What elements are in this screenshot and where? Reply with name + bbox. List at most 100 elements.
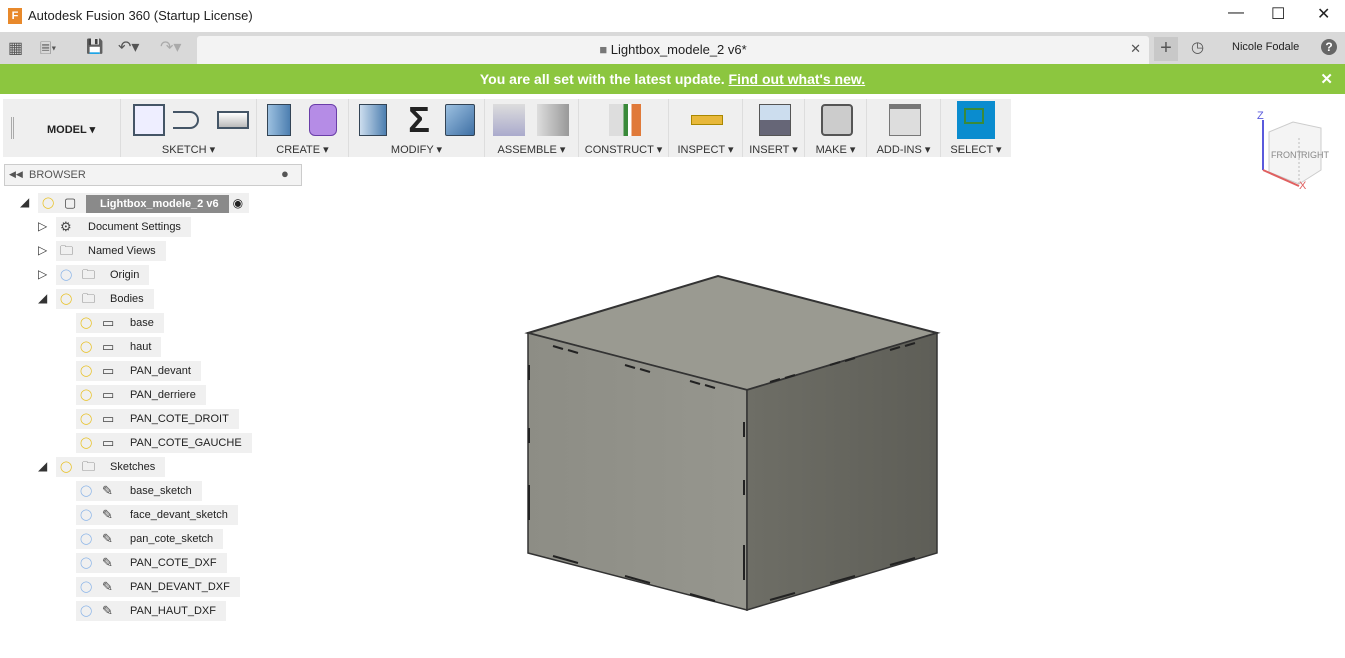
visibility-bulb-icon[interactable]: ◯ bbox=[60, 289, 72, 309]
browser-item[interactable]: ◯ 🗀 Origin bbox=[56, 265, 150, 285]
workspace-switcher[interactable]: MODEL ▾ bbox=[3, 99, 121, 157]
view-cube[interactable]: Z X FRONT RIGHT bbox=[1255, 110, 1335, 192]
create-sketch-icon[interactable] bbox=[133, 104, 165, 136]
sketch-menu[interactable]: SKETCH ▾ bbox=[121, 143, 256, 156]
job-status-icon[interactable]: ◷ bbox=[1191, 38, 1204, 56]
browser-item[interactable]: ◯ ▭ PAN_devant bbox=[76, 361, 201, 381]
browser-item[interactable]: ◯ ✎ pan_cote_sketch bbox=[76, 529, 224, 549]
maximize-button[interactable]: ☐ bbox=[1271, 4, 1285, 24]
collapse-browser-icon[interactable]: ◀◀ bbox=[9, 169, 23, 180]
browser-item[interactable]: ◯ ▭ PAN_COTE_GAUCHE bbox=[76, 433, 252, 453]
help-icon[interactable]: ? bbox=[1321, 39, 1337, 55]
whats-new-link[interactable]: Find out what's new. bbox=[729, 71, 866, 87]
extrude-icon[interactable] bbox=[267, 104, 291, 136]
browser-item-label: PAN_COTE_DXF bbox=[130, 557, 217, 569]
visibility-bulb-icon[interactable]: ◯ bbox=[42, 193, 54, 213]
rectangle-icon[interactable] bbox=[217, 111, 249, 129]
new-tab-button[interactable]: + bbox=[1154, 37, 1178, 61]
right-face-label[interactable]: RIGHT bbox=[1301, 150, 1329, 160]
insert-image-icon[interactable] bbox=[759, 104, 791, 136]
visibility-bulb-icon[interactable]: ◯ bbox=[80, 481, 92, 501]
make-group[interactable]: MAKE ▾ bbox=[805, 99, 867, 157]
select-group[interactable]: SELECT ▾ bbox=[941, 99, 1011, 157]
visibility-bulb-icon[interactable]: ◯ bbox=[80, 577, 92, 597]
sum-icon[interactable]: Σ bbox=[403, 99, 435, 140]
combine-icon[interactable] bbox=[445, 104, 475, 136]
file-menu-icon[interactable]: 🗏▾ bbox=[40, 38, 56, 62]
select-icon[interactable] bbox=[957, 101, 995, 139]
collapse-arrow-icon[interactable]: ◢ bbox=[38, 459, 47, 473]
joint-icon[interactable] bbox=[537, 104, 569, 136]
close-window-button[interactable]: ✕ bbox=[1317, 4, 1330, 24]
inspect-group[interactable]: INSPECT ▾ bbox=[669, 99, 743, 157]
browser-item[interactable]: ◯ 🗀 Sketches bbox=[56, 457, 166, 477]
redo-icon[interactable]: ↷▾ bbox=[160, 37, 181, 57]
browser-item[interactable]: ◯ ✎ PAN_DEVANT_DXF bbox=[76, 577, 240, 597]
addins-group[interactable]: ADD-INS ▾ bbox=[867, 99, 941, 157]
addins-menu[interactable]: ADD-INS ▾ bbox=[867, 143, 940, 156]
browser-item[interactable]: ◯ ✎ base_sketch bbox=[76, 481, 202, 501]
document-tab[interactable]: ■ Lightbox_modele_2 v6* ✕ bbox=[197, 36, 1149, 64]
visibility-bulb-icon[interactable]: ◯ bbox=[60, 457, 72, 477]
visibility-bulb-icon[interactable]: ◯ bbox=[80, 433, 92, 453]
expand-arrow-icon[interactable]: ▷ bbox=[38, 243, 47, 257]
select-menu[interactable]: SELECT ▾ bbox=[941, 143, 1011, 156]
assemble-menu[interactable]: ASSEMBLE ▾ bbox=[485, 143, 578, 156]
collapse-arrow-icon[interactable]: ◢ bbox=[20, 195, 29, 209]
close-banner-icon[interactable]: ✕ bbox=[1320, 70, 1333, 88]
insert-group[interactable]: INSERT ▾ bbox=[743, 99, 805, 157]
expand-arrow-icon[interactable]: ▷ bbox=[38, 219, 47, 233]
browser-item[interactable]: ◯ ✎ PAN_COTE_DXF bbox=[76, 553, 227, 573]
create-menu[interactable]: CREATE ▾ bbox=[257, 143, 348, 156]
visibility-bulb-icon[interactable]: ◯ bbox=[80, 361, 92, 381]
visibility-bulb-icon[interactable]: ◯ bbox=[60, 265, 72, 285]
inspect-menu[interactable]: INSPECT ▾ bbox=[669, 143, 742, 156]
browser-item[interactable]: ◯ ✎ face_devant_sketch bbox=[76, 505, 238, 525]
browser-item[interactable]: ◯ ▭ haut bbox=[76, 337, 162, 357]
browser-item[interactable]: ◯ ✎ PAN_HAUT_DXF bbox=[76, 601, 226, 621]
apps-grid-icon[interactable]: ▦ bbox=[8, 38, 23, 58]
press-pull-icon[interactable] bbox=[359, 104, 387, 136]
front-face-label[interactable]: FRONT bbox=[1271, 150, 1302, 160]
visibility-bulb-icon[interactable]: ◯ bbox=[80, 553, 92, 573]
insert-menu[interactable]: INSERT ▾ bbox=[743, 143, 804, 156]
3d-print-icon[interactable] bbox=[821, 104, 853, 136]
construct-menu[interactable]: CONSTRUCT ▾ bbox=[579, 143, 668, 156]
line-arc-icon[interactable] bbox=[173, 111, 199, 129]
minimize-button[interactable]: — bbox=[1228, 4, 1244, 22]
form-icon[interactable] bbox=[309, 104, 337, 136]
browser-item[interactable]: ◯ ▭ PAN_COTE_DROIT bbox=[76, 409, 239, 429]
browser-item[interactable]: ◯ ▭ base bbox=[76, 313, 164, 333]
save-icon[interactable]: 💾 bbox=[86, 38, 103, 55]
browser-item[interactable]: ⚙ Document Settings bbox=[56, 217, 191, 237]
collapse-arrow-icon[interactable]: ◢ bbox=[38, 291, 47, 305]
make-menu[interactable]: MAKE ▾ bbox=[805, 143, 866, 156]
user-name[interactable]: Nicole Fodale bbox=[1232, 41, 1299, 53]
measure-icon[interactable] bbox=[691, 115, 723, 125]
modify-group[interactable]: Σ MODIFY ▾ bbox=[349, 99, 485, 157]
construct-group[interactable]: CONSTRUCT ▾ bbox=[579, 99, 669, 157]
browser-item[interactable]: ◯ ▭ PAN_derriere bbox=[76, 385, 206, 405]
browser-item[interactable]: 🗀 Named Views bbox=[56, 241, 166, 261]
visibility-bulb-icon[interactable]: ◯ bbox=[80, 529, 92, 549]
create-group[interactable]: CREATE ▾ bbox=[257, 99, 349, 157]
new-component-icon[interactable] bbox=[493, 104, 525, 136]
expand-arrow-icon[interactable]: ▷ bbox=[38, 267, 47, 281]
sketch-group[interactable]: SKETCH ▾ bbox=[121, 99, 257, 157]
browser-item[interactable]: ◯ 🗀 Bodies bbox=[56, 289, 154, 309]
undo-icon[interactable]: ↶▾ bbox=[118, 37, 139, 57]
scripts-icon[interactable] bbox=[889, 104, 921, 136]
visibility-bulb-icon[interactable]: ◯ bbox=[80, 601, 92, 621]
modify-menu[interactable]: MODIFY ▾ bbox=[349, 143, 484, 156]
visibility-bulb-icon[interactable]: ◯ bbox=[80, 337, 92, 357]
offset-plane-icon[interactable] bbox=[609, 104, 641, 136]
browser-item[interactable]: ◯ ▢ Lightbox_modele_2 v6 ◉ bbox=[38, 193, 250, 213]
visibility-bulb-icon[interactable]: ◯ bbox=[80, 409, 92, 429]
visibility-bulb-icon[interactable]: ◯ bbox=[80, 505, 92, 525]
close-tab-icon[interactable]: ✕ bbox=[1130, 41, 1141, 57]
visibility-bulb-icon[interactable]: ◯ bbox=[80, 385, 92, 405]
assemble-group[interactable]: ASSEMBLE ▾ bbox=[485, 99, 579, 157]
minimize-browser-icon[interactable]: ● bbox=[281, 166, 289, 181]
activate-component-icon[interactable]: ◉ bbox=[233, 196, 243, 210]
visibility-bulb-icon[interactable]: ◯ bbox=[80, 313, 92, 333]
